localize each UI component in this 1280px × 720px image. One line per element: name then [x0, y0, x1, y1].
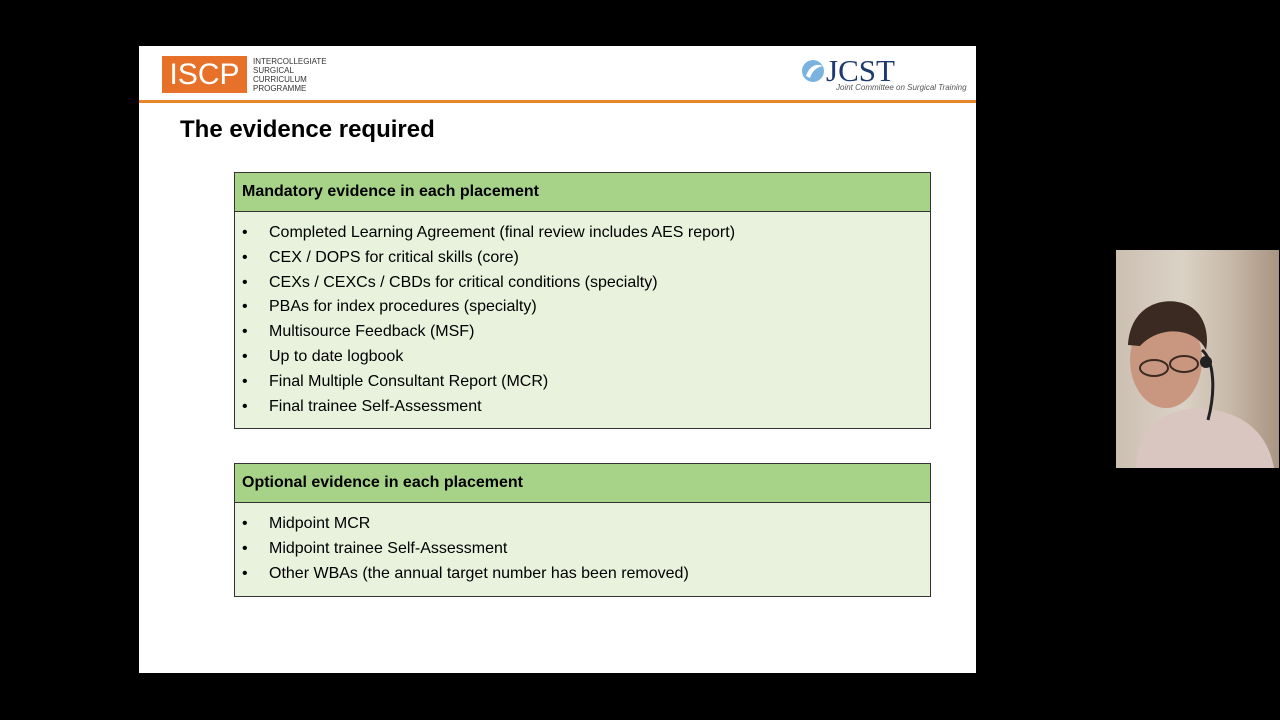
list-item-text: CEXs / CEXCs / CBDs for critical conditi… [269, 273, 658, 291]
bullet-icon: • [242, 372, 248, 390]
list-item-text: Final Multiple Consultant Report (MCR) [269, 372, 549, 390]
mandatory-evidence-heading: Mandatory evidence in each placement [235, 173, 930, 212]
list-item: • Final trainee Self-Assessment [235, 395, 930, 420]
iscp-logo-acronym: ISCP [162, 56, 247, 93]
list-item-text: Final trainee Self-Assessment [269, 397, 482, 415]
slide-title: The evidence required [180, 116, 435, 143]
bullet-icon: • [242, 273, 248, 291]
jcst-swoosh-icon [802, 60, 824, 82]
jcst-logo: JCST Joint Committee on Surgical Trainin… [800, 53, 967, 94]
list-item-text: Multisource Feedback (MSF) [269, 323, 475, 341]
speaker-webcam-video [1116, 250, 1279, 468]
bullet-icon: • [242, 515, 248, 532]
list-item: • Completed Learning Agreement (final rev… [235, 221, 930, 246]
list-item-text: Up to date logbook [269, 347, 404, 365]
list-item-text: Other WBAs (the annual target number has… [269, 564, 689, 582]
bullet-icon: • [242, 564, 248, 582]
optional-evidence-box: Optional evidence in each placement • Mid… [234, 463, 931, 597]
slide-header: ISCP INTERCOLLEGIATE SURGICAL CURRICULUM… [139, 46, 976, 103]
mandatory-evidence-list: • Completed Learning Agreement (final rev… [235, 212, 930, 419]
iscp-logo-line: CURRICULUM [253, 74, 307, 84]
list-item: • Other WBAs (the annual target number ha… [235, 562, 930, 587]
list-item: • Up to date logbook [235, 345, 930, 370]
mandatory-evidence-box: Mandatory evidence in each placement • Co… [234, 172, 931, 429]
speaker-silhouette-icon [1128, 301, 1274, 468]
iscp-logo-text: INTERCOLLEGIATE SURGICAL CURRICULUM PROG… [253, 57, 333, 93]
list-item: • Final Multiple Consultant Report (MCR) [235, 370, 930, 395]
iscp-logo-line: INTERCOLLEGIATE [253, 56, 327, 66]
list-item-text: Completed Learning Agreement (final revi… [269, 224, 736, 241]
list-item: • Multisource Feedback (MSF) [235, 320, 930, 345]
iscp-logo: ISCP INTERCOLLEGIATE SURGICAL CURRICULUM… [162, 56, 333, 93]
iscp-logo-line: SURGICAL [253, 65, 294, 75]
bullet-icon: • [242, 248, 248, 266]
bullet-icon: • [242, 323, 248, 341]
optional-evidence-list: • Midpoint MCR • Midpoint trainee Self-Ass… [235, 503, 930, 586]
bullet-icon: • [242, 298, 248, 316]
iscp-logo-line: PROGRAMME [253, 83, 307, 93]
jcst-logo-acronym: JCST [826, 53, 895, 88]
bullet-icon: • [242, 539, 248, 557]
optional-evidence-heading: Optional evidence in each placement [235, 464, 930, 503]
list-item-text: PBAs for index procedures (specialty) [269, 298, 537, 316]
list-item: • CEXs / CEXCs / CBDs for critical condit… [235, 271, 930, 296]
list-item: • CEX / DOPS for critical skills (core) [235, 246, 930, 271]
list-item-text: Midpoint trainee Self-Assessment [269, 539, 508, 557]
bullet-icon: • [242, 397, 248, 415]
jcst-logo-subtitle: Joint Committee on Surgical Training [836, 83, 967, 92]
bullet-icon: • [242, 347, 248, 365]
header-divider [139, 100, 976, 103]
list-item: • PBAs for index procedures (specialty) [235, 295, 930, 320]
list-item: • Midpoint trainee Self-Assessment [235, 537, 930, 562]
list-item-text: CEX / DOPS for critical skills (core) [269, 248, 519, 266]
presentation-slide: ISCP INTERCOLLEGIATE SURGICAL CURRICULUM… [139, 46, 976, 673]
bullet-icon: • [242, 224, 248, 241]
list-item: • Midpoint MCR [235, 512, 930, 537]
list-item-text: Midpoint MCR [269, 515, 371, 532]
